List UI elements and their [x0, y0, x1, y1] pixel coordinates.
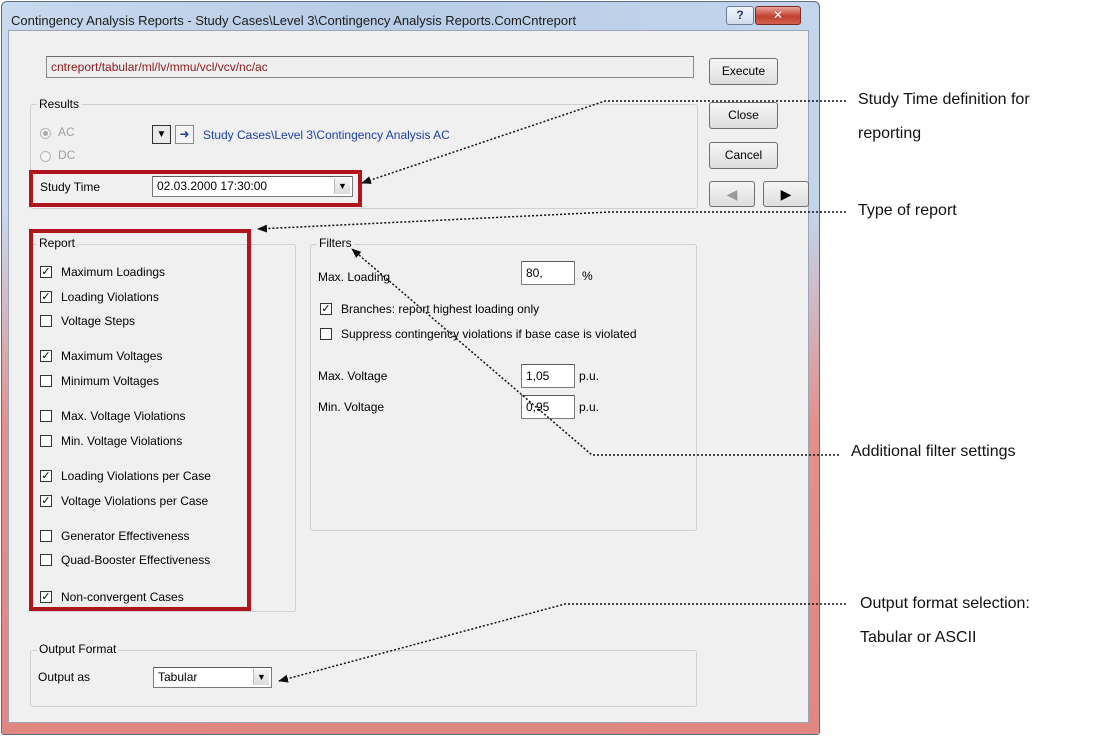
annotation-arrows	[257, 100, 846, 683]
type-of-report-arrow	[257, 211, 846, 233]
filter-settings-arrow	[351, 248, 839, 456]
output-format-arrow	[278, 603, 846, 683]
study-time-arrow	[361, 100, 846, 184]
